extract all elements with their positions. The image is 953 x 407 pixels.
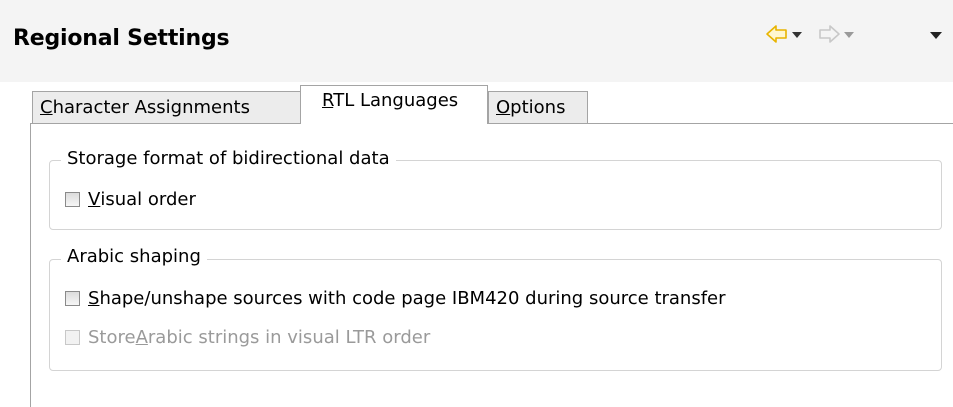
tab-mnemonic: R — [322, 90, 334, 111]
tab-label: TL Languages — [333, 90, 459, 111]
checkbox-label: rabic strings in visual LTR order — [147, 327, 431, 348]
tab-label: haracter Assignments — [52, 97, 250, 118]
view-title: Regional Settings — [13, 26, 230, 51]
checkbox-mnemonic: S — [88, 288, 100, 309]
tab-mnemonic: C — [40, 97, 53, 118]
store-arabic-visual-ltr-checkbox: Store Arabic strings in visual LTR order — [65, 327, 430, 348]
storage-format-legend: Storage format of bidirectional data — [61, 148, 396, 169]
chevron-down-icon — [930, 32, 942, 39]
tab-options[interactable]: Options — [488, 91, 588, 124]
forward-history-dropdown[interactable] — [843, 22, 855, 46]
chevron-down-icon — [792, 32, 802, 38]
chevron-down-icon — [844, 32, 854, 38]
tab-rtl-languages[interactable]: RTL Languages — [300, 85, 488, 124]
visual-order-checkbox[interactable]: Visual order — [65, 189, 196, 210]
arabic-shaping-legend: Arabic shaping — [61, 246, 207, 267]
arabic-shaping-group — [49, 259, 942, 371]
tab-mnemonic: O — [496, 97, 511, 118]
forward-arrow-icon — [819, 25, 840, 43]
tab-label: ptions — [510, 97, 566, 118]
forward-button[interactable] — [817, 22, 841, 46]
view-header: Regional Settings — [0, 0, 953, 82]
checkbox-mnemonic: A — [135, 327, 148, 348]
checkbox-label: isual order — [100, 189, 196, 210]
tab-character-assignments[interactable]: Character Assignments — [32, 91, 301, 124]
checkbox-mnemonic: V — [88, 189, 101, 210]
checkbox-box — [65, 330, 80, 345]
view-menu-button[interactable] — [929, 22, 943, 46]
checkbox-label: Store — [88, 327, 136, 348]
checkbox-label: hape/unshape sources with code page IBM4… — [99, 288, 726, 309]
back-button[interactable] — [765, 22, 789, 46]
checkbox-box[interactable] — [65, 192, 80, 207]
back-history-dropdown[interactable] — [791, 22, 803, 46]
shape-unshape-checkbox[interactable]: Shape/unshape sources with code page IBM… — [65, 288, 726, 309]
tab-content-panel: Storage format of bidirectional data Vis… — [30, 123, 953, 407]
back-arrow-icon — [766, 25, 787, 43]
checkbox-box[interactable] — [65, 291, 80, 306]
